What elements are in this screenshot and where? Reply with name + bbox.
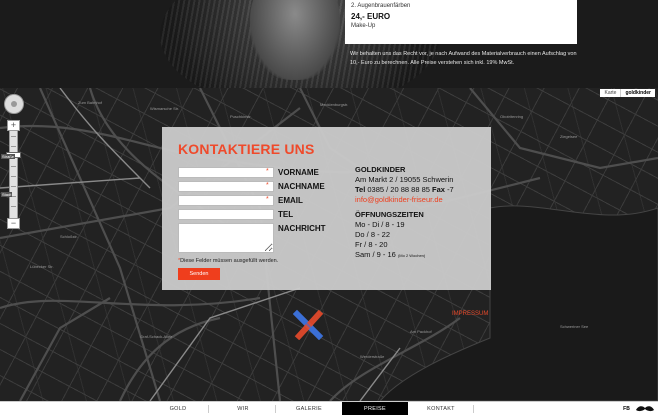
price-item-label: 2. Augenbrauenfärben bbox=[351, 3, 411, 9]
page: 2. Augenbrauenfärben 24,- EURO Make-Up W… bbox=[0, 0, 658, 415]
street-label: Zum Bahnhof bbox=[78, 100, 103, 105]
form-row-nachricht: NACHRICHT bbox=[178, 223, 348, 253]
fax-prefix: Fax bbox=[432, 185, 445, 194]
map-type-karte[interactable]: Karte bbox=[600, 89, 620, 97]
tel-field[interactable] bbox=[178, 209, 274, 220]
street-label: Ziegelsee bbox=[560, 134, 578, 139]
mustache-icon bbox=[636, 406, 654, 412]
goldkinder-logo-icon[interactable] bbox=[293, 308, 325, 340]
zoom-slider[interactable] bbox=[9, 122, 18, 222]
contact-panel: KONTAKTIERE UNS * VORNAME * NACHNAME * E… bbox=[162, 127, 491, 290]
map-type-goldkinder[interactable]: goldkinder bbox=[620, 89, 655, 97]
map-type-switch: Karte goldkinder bbox=[600, 89, 655, 97]
hours-line: Do / 8 - 22 bbox=[355, 230, 391, 239]
street-label: Werderstraße bbox=[360, 354, 385, 359]
nav-item-gold[interactable]: GOLD bbox=[148, 402, 208, 415]
hours-line: Fr / 8 - 20 bbox=[355, 240, 388, 249]
street-label: Wismarsche Str. bbox=[150, 106, 179, 111]
zoom-label-city: Stadt bbox=[1, 192, 13, 197]
vorname-label: VORNAME bbox=[278, 168, 319, 177]
zoom-out-icon[interactable]: − bbox=[7, 218, 20, 229]
zoom-tick bbox=[11, 146, 16, 147]
hours-saturday: Sam / 9 - 16 bbox=[355, 250, 396, 259]
impressum-link[interactable]: IMPRESSUM bbox=[452, 311, 488, 317]
facebook-icon[interactable]: FB bbox=[622, 404, 631, 414]
send-button[interactable]: Senden bbox=[178, 268, 220, 280]
email-field[interactable] bbox=[178, 195, 274, 206]
street-label: Graf-Schack-Allee bbox=[140, 334, 173, 339]
street-label: Lübecker Str. bbox=[30, 264, 54, 269]
street-label: Puschkinstr. bbox=[230, 114, 252, 119]
zoom-label-street: Straße bbox=[1, 154, 16, 159]
price-item-label: Make-Up bbox=[351, 23, 376, 29]
zoom-tick bbox=[11, 176, 16, 177]
hours-line-saturday: Sam / 9 - 16 (Mo 2 Wochen) bbox=[355, 250, 485, 261]
email-link[interactable]: info@goldkinder-friseur.de bbox=[355, 195, 485, 205]
nachricht-label: NACHRICHT bbox=[278, 224, 326, 233]
company-name: GOLDKINDER bbox=[355, 165, 406, 174]
phone-line: Tel 0385 / 20 88 88 85 Fax -7 bbox=[355, 185, 485, 195]
nav-item-preise[interactable]: PREISE bbox=[342, 402, 408, 415]
bottom-nav: GOLD WIR GALERIE PREISE KONTAKT FB bbox=[0, 401, 658, 415]
required-note-text: Diese Felder müssen ausgefüllt werden. bbox=[180, 258, 279, 264]
nachricht-textarea[interactable] bbox=[178, 223, 274, 253]
zoom-in-icon[interactable]: + bbox=[7, 120, 20, 131]
price-card: 2. Augenbrauenfärben 24,- EURO Make-Up bbox=[345, 0, 577, 44]
street-label: Am Packhof bbox=[410, 329, 432, 334]
required-marker: * bbox=[266, 182, 269, 189]
nav-item-wir[interactable]: WIR bbox=[213, 402, 273, 415]
hours-saturday-note: (Mo 2 Wochen) bbox=[397, 253, 426, 258]
zoom-tick bbox=[11, 206, 16, 207]
address: Am Markt 2 / 19055 Schwerin bbox=[355, 175, 454, 184]
fax-number: -7 bbox=[447, 185, 454, 194]
hours-line: Mo - Di / 8 - 19 bbox=[355, 220, 405, 229]
form-row-nachname: * NACHNAME bbox=[178, 181, 348, 192]
nav-divider bbox=[275, 405, 276, 413]
street-label: Obotritenring bbox=[500, 114, 523, 119]
street-label: Mecklenburgstr. bbox=[320, 102, 348, 107]
hours-title: ÖFFNUNGSZEITEN bbox=[355, 210, 424, 219]
nav-item-kontakt[interactable]: KONTAKT bbox=[410, 402, 472, 415]
form-row-email: * EMAIL bbox=[178, 195, 348, 206]
required-marker: * bbox=[266, 168, 269, 175]
street-label: Schloßstr. bbox=[60, 234, 78, 239]
zoom-tick bbox=[11, 166, 16, 167]
zoom-tick bbox=[11, 186, 16, 187]
vorname-field[interactable] bbox=[178, 167, 274, 178]
street-label: Schweriner See bbox=[560, 324, 589, 329]
contact-form: * VORNAME * NACHNAME * EMAIL TEL NACHRIC… bbox=[178, 167, 348, 256]
price-value: 24,- EURO bbox=[351, 12, 391, 21]
tel-label: TEL bbox=[278, 210, 294, 219]
form-row-tel: TEL bbox=[178, 209, 348, 220]
price-note: Wir behalten uns das Recht vor, je nach … bbox=[350, 51, 577, 66]
tel-number: 0385 / 20 88 88 85 bbox=[367, 185, 430, 194]
nav-divider bbox=[473, 405, 474, 413]
nachname-field[interactable] bbox=[178, 181, 274, 192]
form-row-vorname: * VORNAME bbox=[178, 167, 348, 178]
nachname-label: NACHNAME bbox=[278, 182, 325, 191]
contact-info: GOLDKINDER Am Markt 2 / 19055 Schwerin T… bbox=[355, 165, 485, 261]
email-label: EMAIL bbox=[278, 196, 303, 205]
zoom-tick bbox=[11, 136, 16, 137]
required-marker: * bbox=[266, 196, 269, 203]
nav-divider bbox=[208, 405, 209, 413]
tel-prefix: Tel bbox=[355, 185, 366, 194]
nav-item-galerie[interactable]: GALERIE bbox=[278, 402, 340, 415]
pan-control-icon[interactable] bbox=[4, 94, 24, 114]
required-note: *Diese Felder müssen ausgefüllt werden. bbox=[178, 258, 278, 264]
contact-title: KONTAKTIERE UNS bbox=[178, 141, 315, 157]
